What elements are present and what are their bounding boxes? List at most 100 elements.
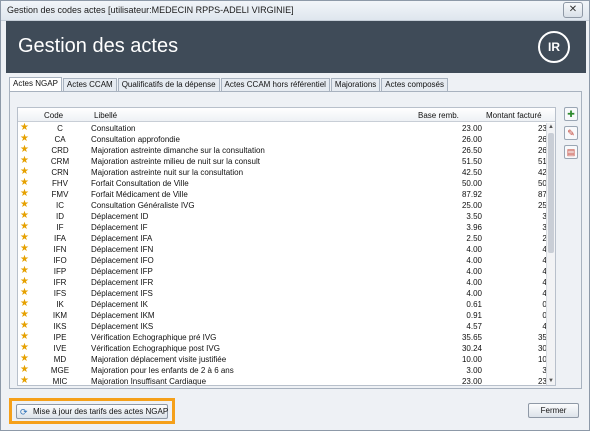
row-base-remb: 0.91 [466, 311, 482, 320]
row-base-remb: 4.00 [466, 256, 482, 265]
table-row[interactable]: ★CConsultation23.0023.00 [18, 123, 555, 134]
table-row[interactable]: ★FMVForfait Médicament de Ville87.9287.9… [18, 188, 555, 200]
tab-actes-ngap[interactable]: Actes NGAP [9, 77, 62, 91]
row-libelle: Consultation Généraliste IVG [91, 201, 195, 210]
add-icon: ✚ [567, 109, 575, 119]
header-banner: Gestion des actes IR [6, 21, 586, 73]
table-row[interactable]: ★IFSDéplacement IFS4.004.00 [18, 288, 555, 299]
row-code: IKS [53, 322, 67, 331]
row-code: IF [56, 223, 64, 232]
star-icon: ★ [20, 210, 29, 221]
row-code: IC [56, 201, 64, 210]
scroll-thumb[interactable] [548, 133, 554, 253]
row-code: MD [53, 355, 67, 364]
update-button-highlight: ⟳ Mise à jour des tarifs des actes NGAP [9, 398, 175, 424]
row-code: IFO [53, 256, 67, 265]
header-montant-facture[interactable]: Montant facturé [486, 111, 542, 120]
add-acte-button[interactable]: ✚ [564, 107, 578, 121]
tab-actes-ccam[interactable]: Actes CCAM [62, 78, 117, 91]
row-libelle: Déplacement IK [91, 300, 148, 309]
star-icon: ★ [20, 166, 29, 177]
row-code: C [57, 124, 63, 133]
table-body: ★ C Consultation 23.00 23.00 ★ CA Consultation … [18, 123, 555, 386]
row-libelle: Vérification Echographique post IVG [91, 344, 220, 353]
title-bar: Gestion des codes actes [utilisateur:MED… [1, 1, 589, 21]
vertical-scrollbar[interactable]: ▲ ▼ [546, 123, 555, 385]
row-code: IVE [53, 344, 67, 353]
table-row[interactable]: ★ CRN Majoration astreinte nuit sur la con… [18, 166, 555, 178]
header-libelle[interactable]: Libellé [94, 111, 117, 120]
tab-actes-composes[interactable]: Actes composés [381, 78, 448, 91]
table-row[interactable]: ★ IVE Vérification Echographique post IVG 3… [18, 343, 555, 354]
star-icon: ★ [20, 199, 29, 210]
edit-icon: ✎ [567, 128, 575, 138]
app-logo-icon: IR [538, 31, 570, 63]
star-icon: ★ [20, 144, 29, 155]
table-row[interactable]: ★IFDéplacement IF3.963.96 [18, 221, 555, 233]
star-icon: ★ [20, 375, 29, 386]
tab-majorations[interactable]: Majorations [330, 78, 381, 91]
row-base-remb: 4.00 [466, 245, 482, 254]
tab-qualificatifs[interactable]: Qualificatifs de la dépense [117, 78, 220, 91]
table-row[interactable]: ★IFRDéplacement IFR4.004.00 [18, 276, 555, 288]
scroll-up-icon[interactable]: ▲ [547, 123, 555, 131]
row-code: FHV [52, 179, 68, 188]
table-row[interactable]: ★ IPE Vérification Echographique pré IVG 35… [18, 332, 555, 343]
edit-acte-button[interactable]: ✎ [564, 126, 578, 140]
table-row[interactable]: ★ MD Majoration déplacement visite justifi… [18, 354, 555, 365]
scroll-down-icon[interactable]: ▼ [547, 377, 555, 385]
table-row[interactable]: ★IFNDéplacement IFN4.004.00 [18, 244, 555, 255]
row-base-remb: 2.50 [466, 234, 482, 243]
table-row[interactable]: ★IKMDéplacement IKM0.910.91 [18, 310, 555, 321]
tab-ccam-hors-referentiel[interactable]: Actes CCAM hors référentiel [220, 78, 330, 91]
row-libelle: Déplacement ID [91, 212, 149, 221]
row-code: FMV [51, 190, 69, 199]
table-row[interactable]: ★IFPDéplacement IFP4.004.00 [18, 266, 555, 277]
table-row[interactable]: ★ MIC Majoration Insuffisant Cardiaque 23.0… [18, 375, 555, 386]
row-base-remb: 51.50 [461, 157, 482, 166]
table-row[interactable]: ★ CRM Majoration astreinte milieu de nuit … [18, 156, 555, 167]
row-base-remb: 4.00 [466, 289, 482, 298]
delete-acte-button[interactable]: ▤ [564, 145, 578, 159]
row-base-remb: 3.00 [466, 366, 482, 375]
row-code: IFN [53, 245, 67, 254]
header-code[interactable]: Code [44, 111, 63, 120]
table-row[interactable]: ★ MGE Majoration pour les enfants de 2 à 6… [18, 365, 555, 376]
star-icon: ★ [20, 133, 29, 144]
star-icon: ★ [20, 254, 29, 265]
table-row[interactable]: ★FHVForfait Consultation de Ville50.0050… [18, 177, 555, 189]
row-base-remb: 23.00 [461, 124, 482, 133]
table-row[interactable]: ★ CRD Majoration astreinte dimanche sur la… [18, 144, 555, 156]
table-row[interactable]: ★IDDéplacement ID3.503.50 [18, 210, 555, 222]
star-icon: ★ [20, 276, 29, 287]
update-tarifs-button[interactable]: ⟳ Mise à jour des tarifs des actes NGAP [16, 404, 168, 419]
header-base-remb[interactable]: Base remb. [418, 111, 459, 120]
row-libelle: Déplacement IKM [91, 311, 155, 320]
footer-bar: ⟳ Mise à jour des tarifs des actes NGAP … [1, 393, 589, 430]
star-icon: ★ [20, 177, 29, 188]
row-code: IKM [52, 311, 68, 320]
row-libelle: Consultation [91, 124, 136, 133]
row-code: MIC [52, 377, 68, 386]
close-window-button[interactable]: ✕ [563, 2, 583, 18]
row-base-remb: 25.00 [461, 201, 482, 210]
row-base-remb: 3.96 [466, 223, 482, 232]
star-icon: ★ [20, 221, 29, 232]
row-libelle: Majoration Insuffisant Cardiaque [91, 377, 207, 386]
row-libelle: Déplacement IFP [91, 267, 153, 276]
fermer-button[interactable]: Fermer [528, 403, 579, 418]
page-title: Gestion des actes [18, 35, 179, 57]
row-libelle: Majoration déplacement visite justifiée [91, 355, 227, 364]
row-base-remb: 35.65 [461, 333, 482, 342]
row-libelle: Majoration astreinte nuit sur la consult… [91, 168, 244, 177]
table-row[interactable]: ★IKDéplacement IK0.610.61 [18, 299, 555, 310]
star-icon: ★ [20, 188, 29, 199]
row-libelle: Majoration pour les enfants de 2 à 6 ans [91, 366, 234, 375]
table-row[interactable]: ★CAConsultation approfondie26.0026.00 [18, 133, 555, 145]
row-libelle: Vérification Echographique pré IVG [91, 333, 217, 342]
table-row[interactable]: ★IFADéplacement IFA2.502.50 [18, 233, 555, 244]
table-row[interactable]: ★IKSDéplacement IKS4.574.57 [18, 321, 555, 332]
refresh-icon: ⟳ [20, 407, 28, 417]
table-row[interactable]: ★IFODéplacement IFO4.004.00 [18, 254, 555, 266]
table-row[interactable]: ★ICConsultation Généraliste IVG25.0025.0… [18, 199, 555, 211]
